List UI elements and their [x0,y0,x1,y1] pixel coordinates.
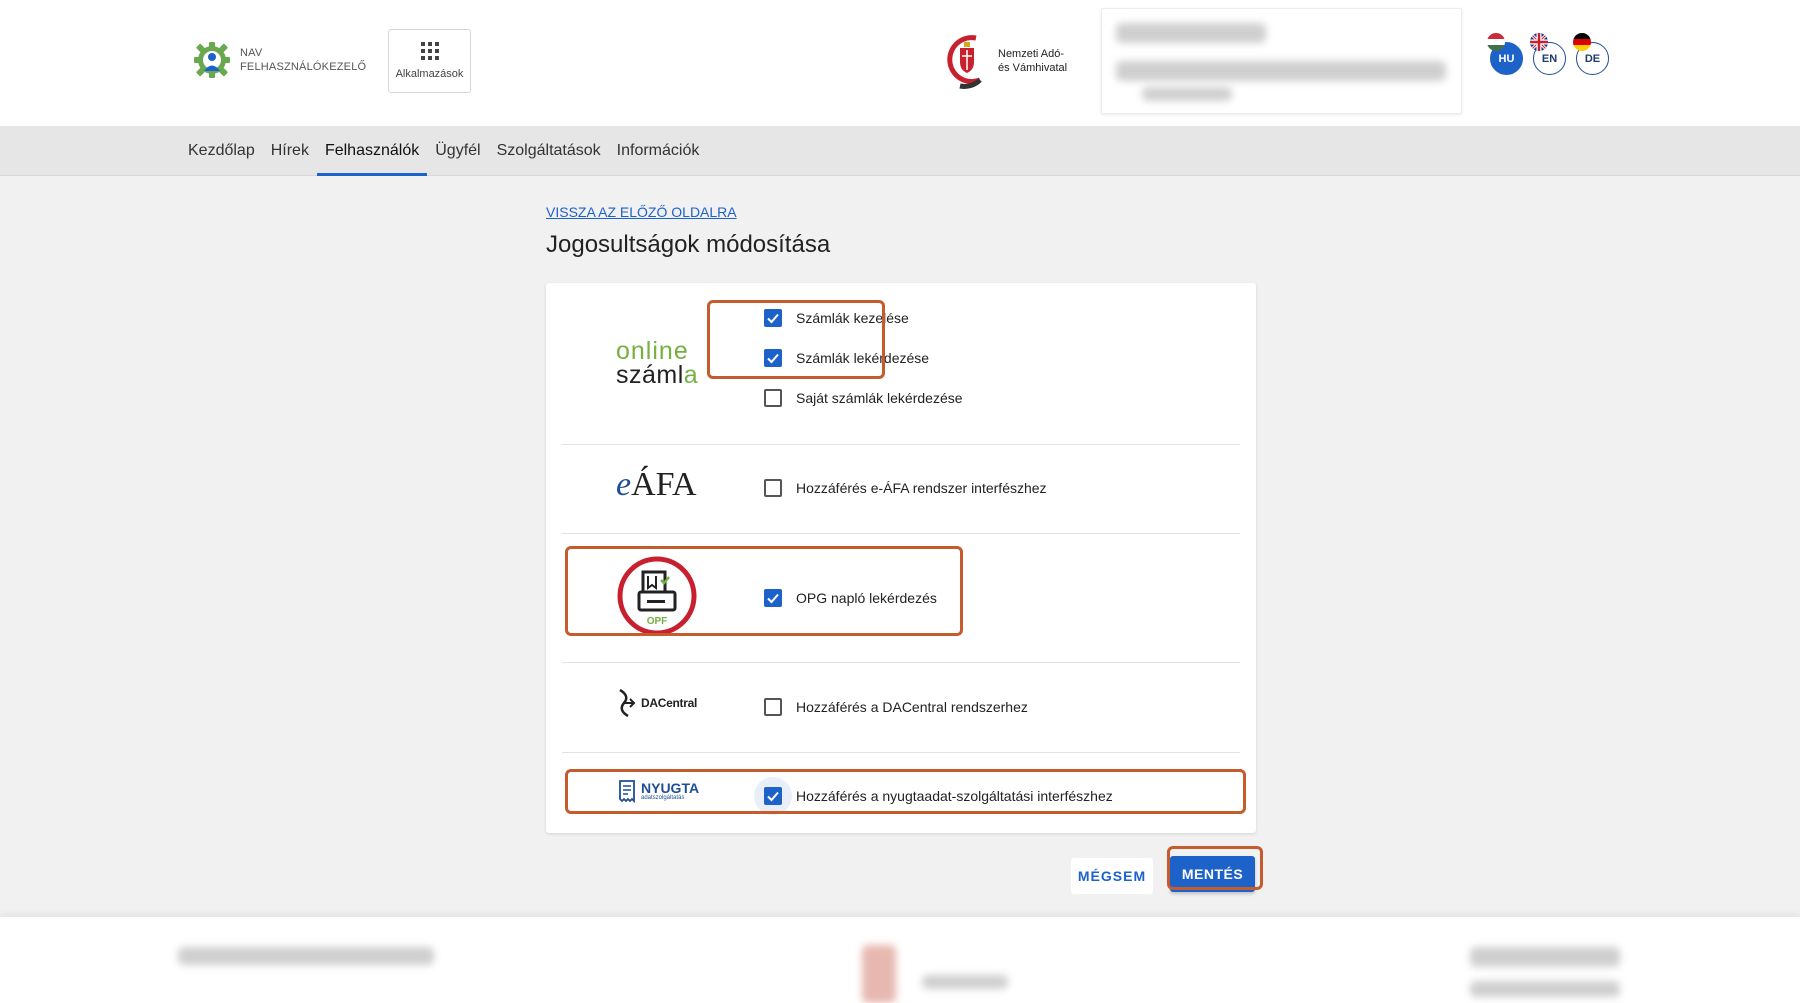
brand-line-2: FELHASZNÁLÓKEZELŐ [240,61,367,73]
brand[interactable]: NAV FELHASZNÁLÓKEZELŐ [192,40,366,80]
eafa-logo: eÁFA [616,466,697,504]
section-divider [562,752,1240,753]
nav-item-informaciok[interactable]: Információk [609,126,708,176]
back-link[interactable]: VISSZA AZ ELŐZŐ OLDALRA [546,204,737,220]
nav-logo-text: Nemzeti Adó- és Vámhivatal [998,47,1067,75]
online-szamla-logo-line-1: online [616,337,689,365]
lang-hu-label: HU [1498,52,1515,65]
redacted-bar [1142,87,1232,101]
permission-label: Hozzáférés a DACentral rendszerhez [796,699,1028,715]
lang-hu-button[interactable]: HU [1487,33,1523,75]
highlight-box [565,769,1246,814]
dacentral-icon [619,688,636,718]
permission-dacentral[interactable]: Hozzáférés a DACentral rendszerhez [764,698,1028,716]
apps-button[interactable]: Alkalmazások [388,29,471,93]
redacted-bar [1470,981,1620,997]
nav-item-ugyfel[interactable]: Ügyfél [427,126,488,176]
redacted-bar [1116,61,1446,81]
eafa-logo-e: e [616,466,632,503]
redacted-bar [1470,947,1620,967]
page-title: Jogosultságok módosítása [546,231,831,258]
nav-item-kezdolap[interactable]: Kezdőlap [180,126,263,176]
highlight-box [565,546,963,636]
nav-items: Kezdőlap Hírek Felhasználók Ügyfél Szolg… [180,126,707,176]
nav-crest-icon [947,35,982,89]
nav-user-gear-icon [194,42,230,78]
language-selector: HU EN DE [1487,33,1609,75]
footer-redacted [0,917,1800,1003]
permissions-card: online számla Számlák kezelése Számlák l… [546,283,1256,833]
checkbox[interactable] [764,479,782,497]
brand-line-1: NAV [240,47,263,59]
cancel-button[interactable]: MÉGSEM [1071,858,1153,894]
permission-label: Saját számlák lekérdezése [796,390,963,406]
highlight-box [1167,846,1263,890]
dacentral-logo: DACentral [616,688,697,718]
checkbox[interactable] [764,389,782,407]
checkbox[interactable] [764,698,782,716]
permission-sajat-szamlak-lekerdezese[interactable]: Saját számlák lekérdezése [764,389,963,407]
online-szamla-logo-line-2-tail: a [683,361,699,389]
redacted-bar [178,947,434,965]
main-nav: Kezdőlap Hírek Felhasználók Ügyfél Szolg… [0,126,1800,176]
section-divider [562,444,1240,445]
nav-logo-line-1: Nemzeti Adó- [998,48,1065,60]
lang-en-label: EN [1541,52,1558,65]
online-szamla-logo-line-2: számla [616,361,699,389]
redacted-bar [922,975,1008,989]
apps-label: Alkalmazások [395,68,464,80]
user-info-box-redacted[interactable] [1101,8,1462,114]
nav-item-hirek[interactable]: Hírek [263,126,317,176]
lang-en-button[interactable]: EN [1530,33,1566,75]
top-header: NAV FELHASZNÁLÓKEZELŐ Alkalmazások Nemze… [0,0,1800,126]
highlight-box [707,300,885,379]
nav-item-felhasznalok[interactable]: Felhasználók [316,126,428,176]
section-divider [562,662,1240,663]
dacentral-logo-text: DACentral [641,696,697,710]
permission-label: Hozzáférés e-ÁFA rendszer interfészhez [796,480,1047,496]
permission-eafa-interfesz[interactable]: Hozzáférés e-ÁFA rendszer interfészhez [764,479,1047,497]
lang-de-label: DE [1584,52,1601,65]
germany-flag-icon [1573,33,1591,51]
uk-flag-icon [1530,33,1548,51]
redacted-bar [862,945,896,1003]
brand-text: NAV FELHASZNÁLÓKEZELŐ [240,46,366,74]
nav-logo: Nemzeti Adó- és Vámhivatal [946,32,1067,90]
hungary-flag-icon [1487,33,1505,51]
eafa-logo-rest: ÁFA [631,466,697,503]
redacted-bar [1116,23,1266,43]
apps-grid-icon [420,42,439,60]
lang-de-button[interactable]: DE [1573,33,1609,75]
nav-logo-line-2: és Vámhivatal [998,62,1068,74]
online-szamla-logo-line-2-main: száml [616,361,684,389]
section-divider [562,533,1240,534]
nav-item-szolgaltatasok[interactable]: Szolgáltatások [489,126,609,176]
online-szamla-logo: online számla [616,337,699,389]
